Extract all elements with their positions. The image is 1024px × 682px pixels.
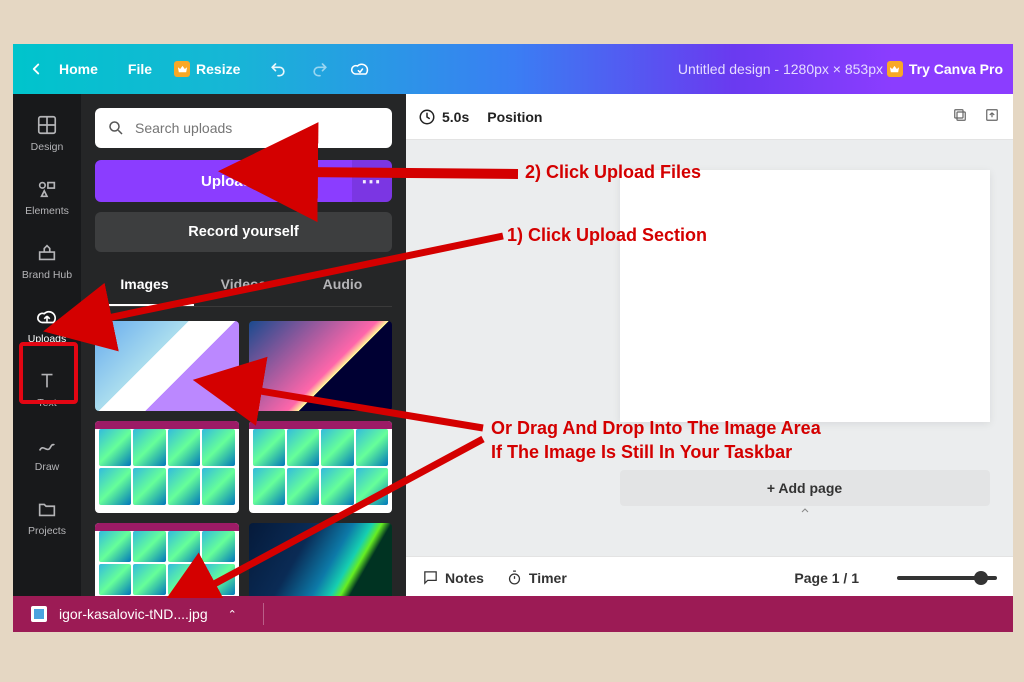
- upload-tabs: Images Videos Audio: [95, 268, 392, 307]
- search-icon: [107, 119, 125, 137]
- file-menu[interactable]: File: [128, 61, 152, 77]
- back-button[interactable]: [27, 60, 51, 78]
- file-icon: [31, 606, 47, 622]
- nav-text[interactable]: Text: [17, 358, 77, 420]
- uploads-panel: Upload files ⋯ Record yourself Images Vi…: [81, 94, 406, 598]
- downloaded-file-chip[interactable]: igor-kasalovic-tND....jpg: [59, 606, 208, 622]
- upload-thumb[interactable]: [95, 421, 239, 513]
- nav-brand-hub[interactable]: Brand Hub: [17, 230, 77, 292]
- separator: [263, 603, 264, 625]
- duration-button[interactable]: 5.0s: [418, 108, 469, 126]
- nav-elements[interactable]: Elements: [17, 166, 77, 228]
- search-input[interactable]: [135, 120, 380, 136]
- redo-button[interactable]: [310, 59, 330, 79]
- upload-options-button[interactable]: ⋯: [352, 160, 392, 202]
- app-window: Home File Resize Untitled design - 1280p…: [13, 44, 1013, 598]
- tab-images[interactable]: Images: [95, 268, 194, 306]
- uploads-grid: [95, 321, 392, 598]
- page-caret-icon[interactable]: [797, 504, 813, 520]
- position-button[interactable]: Position: [487, 109, 542, 125]
- download-taskbar: igor-kasalovic-tND....jpg ⌃: [13, 596, 1013, 632]
- upload-thumb[interactable]: [249, 523, 393, 598]
- page-indicator[interactable]: Page 1 / 1: [794, 570, 859, 586]
- upload-thumb[interactable]: [249, 321, 393, 411]
- cloud-sync-icon[interactable]: [350, 59, 370, 79]
- upload-files-button[interactable]: Upload files ⋯: [95, 160, 392, 202]
- timer-button[interactable]: Timer: [506, 569, 567, 586]
- upload-thumb[interactable]: [249, 421, 393, 513]
- tab-videos[interactable]: Videos: [194, 268, 293, 306]
- export-icon[interactable]: [983, 106, 1001, 127]
- record-yourself-button[interactable]: Record yourself: [95, 212, 392, 252]
- add-page-button[interactable]: + Add page: [620, 470, 990, 506]
- page[interactable]: [620, 170, 990, 422]
- upload-thumb[interactable]: [95, 523, 239, 598]
- tab-audio[interactable]: Audio: [293, 268, 392, 306]
- upload-thumb[interactable]: [95, 321, 239, 411]
- nav-uploads[interactable]: Uploads: [17, 294, 77, 356]
- sidebar-nav: Design Elements Brand Hub Uploads Text D…: [13, 94, 81, 598]
- topbar: Home File Resize Untitled design - 1280p…: [13, 44, 1013, 94]
- search-uploads[interactable]: [95, 108, 392, 148]
- nav-projects[interactable]: Projects: [17, 486, 77, 548]
- duplicate-icon[interactable]: [951, 106, 969, 127]
- document-title[interactable]: Untitled design - 1280px × 853px: [678, 61, 883, 77]
- footer-bar: Notes Timer Page 1 / 1: [406, 556, 1013, 598]
- nav-draw[interactable]: Draw: [17, 422, 77, 484]
- notes-button[interactable]: Notes: [422, 569, 484, 586]
- canvas-area: 5.0s Position + Add page Notes: [406, 94, 1013, 598]
- zoom-slider[interactable]: [897, 576, 997, 580]
- nav-design[interactable]: Design: [17, 102, 77, 164]
- crown-icon: [174, 61, 190, 77]
- try-pro-button[interactable]: Try Canva Pro: [877, 44, 1013, 94]
- crown-icon: [887, 61, 903, 77]
- chevron-up-icon[interactable]: ⌃: [228, 608, 237, 621]
- undo-button[interactable]: [268, 59, 288, 79]
- canvas-toolbar: 5.0s Position: [406, 94, 1013, 140]
- resize-button[interactable]: Resize: [174, 61, 240, 77]
- home-button[interactable]: Home: [59, 61, 98, 77]
- canvas-stage[interactable]: + Add page: [406, 140, 1013, 556]
